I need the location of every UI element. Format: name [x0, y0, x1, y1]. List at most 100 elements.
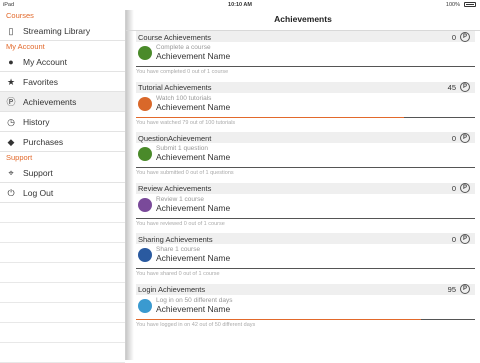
tag-icon: ◆	[7, 137, 15, 147]
points-icon: P	[460, 31, 470, 42]
sidebar-section-title: My Account	[6, 42, 45, 51]
achievement-task: Share 1 course	[156, 246, 201, 253]
sidebar-item-label: Purchases	[23, 137, 64, 147]
achievement-task: Watch 100 tutorials	[156, 94, 212, 102]
sidebar-empty-row	[0, 243, 125, 263]
sidebar: Courses ▯ Streaming Library My Account ● My A…	[0, 10, 126, 363]
achievement-name: Achievement Name	[156, 152, 231, 162]
achievement-task: Complete a course	[156, 44, 211, 51]
sidebar-empty-row	[0, 343, 125, 363]
section-header: QuestionAchievement 0 P	[136, 132, 475, 143]
points-icon: P	[460, 233, 470, 244]
sidebar-empty-row	[0, 283, 125, 303]
achievement-status: You have completed 0 out of 1 course	[136, 69, 229, 75]
sidebar-item-label: Achievements	[23, 97, 77, 107]
lifebuoy-icon: ⌖	[8, 168, 14, 178]
progress-bar	[136, 116, 475, 118]
sidebar-item-label: Log Out	[23, 188, 54, 198]
achievement-name: Achievement Name	[156, 101, 231, 112]
achievement-group[interactable]: Sharing Achievements 0 P Share 1 course Achi…	[136, 233, 475, 284]
clock-icon: ◷	[7, 117, 15, 127]
progress-bar	[136, 217, 475, 219]
sidebar-item-my-account[interactable]: ● My Account	[0, 52, 125, 72]
achievement-group[interactable]: Review Achievements 0 P Review 1 course Achi…	[136, 182, 475, 234]
status-bar: iPad 10:10 AM 100%	[0, 0, 480, 10]
achievement-name: Achievement Name	[156, 303, 231, 314]
sidebar-item-label: My Account	[23, 57, 67, 67]
section-title: Course Achievements	[138, 32, 211, 42]
points-icon: P	[460, 82, 470, 92]
sidebar-item-purchases[interactable]: ◆ Purchases	[0, 132, 125, 152]
login-icon	[138, 298, 152, 313]
sidebar-item-log-out[interactable]: ⏻ Log Out	[0, 183, 125, 203]
sidebar-item-label: History	[23, 117, 50, 127]
sidebar-empty-row	[0, 203, 125, 223]
battery-icon	[464, 2, 476, 7]
share-icon	[138, 248, 152, 262]
points-value: 95	[447, 285, 456, 294]
star-icon: ★	[6, 77, 16, 87]
progress-bar	[136, 167, 475, 169]
achievement-status: You have logged in on 42 out of 50 diffe…	[136, 321, 256, 328]
sidebar-item-streaming-library[interactable]: ▯ Streaming Library	[0, 21, 125, 41]
points-value: 45	[447, 83, 456, 92]
clock: 10:10 AM	[228, 2, 252, 8]
progress-fill	[136, 318, 421, 320]
progress-fill	[136, 116, 404, 118]
achievement-status: You have shared 0 out of 1 course	[136, 271, 220, 277]
progress-bar	[136, 66, 475, 68]
achievement-group[interactable]: QuestionAchievement 0 P Submit 1 question Ac…	[136, 132, 475, 183]
sidebar-item-label: Favorites	[23, 77, 58, 87]
progress-bar	[136, 318, 475, 320]
question-icon	[138, 147, 152, 161]
achievement-group[interactable]: Course Achievements 0 P Complete a course Ac…	[136, 31, 475, 82]
achievement-status: You have reviewed 0 out of 1 course	[136, 220, 225, 227]
achievement-status: You have watched 79 out of 100 tutorials	[136, 119, 236, 126]
sidebar-section-title: Courses	[6, 11, 34, 20]
points-value: 0	[451, 234, 456, 244]
achievements-list: Course Achievements 0 P Complete a course Ac…	[136, 31, 475, 334]
achievement-task: Review 1 course	[156, 195, 205, 203]
progress-bar	[136, 268, 475, 270]
sidebar-item-history[interactable]: ◷ History	[0, 112, 125, 132]
section-title: QuestionAchievement	[138, 133, 212, 143]
power-icon: ⏻	[7, 188, 15, 198]
battery-percent: 100%	[445, 2, 460, 8]
sidebar-section-title: Support	[6, 153, 33, 162]
sidebar-item-favorites[interactable]: ★ Favorites	[0, 72, 125, 92]
sidebar-empty-row	[0, 303, 125, 323]
achievement-name: Achievement Name	[156, 253, 231, 263]
sidebar-item-label: Support	[23, 168, 53, 178]
page-title: Achievements	[274, 14, 332, 24]
points-icon: P	[460, 183, 470, 193]
section-header: Tutorial Achievements 45 P	[136, 81, 475, 93]
achievement-task: Log in on 50 different days	[156, 296, 233, 304]
achievement-name: Achievement Name	[156, 51, 231, 61]
achievement-name: Achievement Name	[156, 202, 231, 213]
sidebar-item-support[interactable]: ⌖ Support	[0, 163, 125, 183]
achievement-group[interactable]: Login Achievements 95 P Log in on 50 differ…	[136, 283, 475, 335]
video-badge-icon	[138, 96, 152, 111]
achievement-status: You have submitted 0 out of 1 questions	[136, 170, 234, 176]
section-title: Tutorial Achievements	[138, 83, 212, 92]
sidebar-empty-row	[0, 323, 125, 343]
points-value: 0	[451, 133, 456, 143]
sidebar-item-label: Streaming Library	[23, 26, 91, 36]
section-header: Course Achievements 0 P	[136, 31, 475, 42]
points-icon: Ⓟ	[6, 97, 16, 107]
sidebar-empty-row	[0, 263, 125, 283]
section-header: Login Achievements 95 P	[136, 283, 475, 295]
sidebar-item-achievements[interactable]: Ⓟ Achievements	[0, 92, 125, 112]
section-title: Login Achievements	[138, 285, 206, 294]
section-title: Review Achievements	[138, 184, 212, 193]
sidebar-empty-row	[0, 223, 125, 243]
section-title: Sharing Achievements	[138, 234, 213, 244]
points-icon: P	[460, 132, 470, 143]
person-icon: ●	[8, 57, 14, 67]
points-icon: P	[460, 284, 470, 294]
section-header: Review Achievements 0 P	[136, 182, 475, 194]
section-header: Sharing Achievements 0 P	[136, 233, 475, 244]
points-value: 0	[451, 184, 456, 193]
achievement-task: Submit 1 question	[156, 145, 209, 152]
achievement-group[interactable]: Tutorial Achievements 45 P Watch 100 tutori…	[136, 81, 475, 133]
